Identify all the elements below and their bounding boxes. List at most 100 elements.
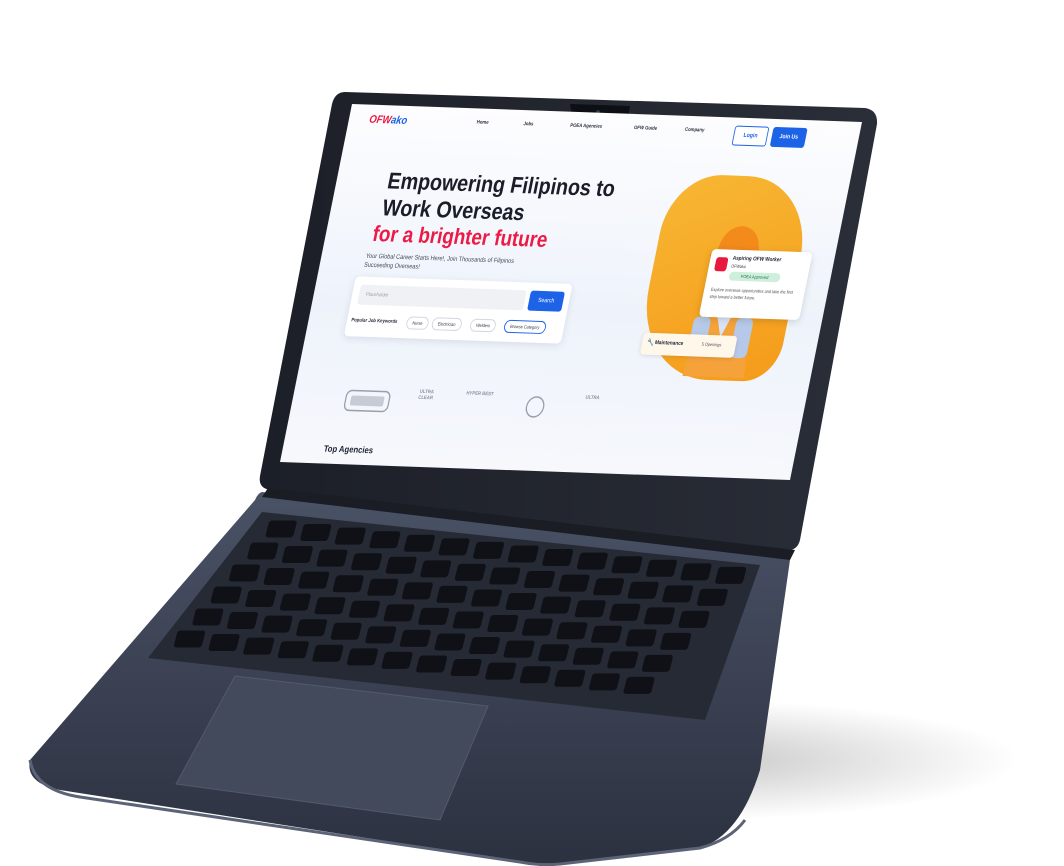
keyboard-key	[591, 625, 622, 643]
hero-subtitle: Your Global Career Starts Here!, Join Th…	[363, 252, 515, 271]
keyboard-key	[401, 582, 433, 600]
keyword-chip-nurse[interactable]: Nurse	[405, 316, 430, 330]
laptop-screen: OFWako Home Jobs POEA Agencies OFW Guide…	[280, 104, 862, 480]
keywords-label: Popular Job Keywords	[350, 317, 398, 325]
keyboard-key	[505, 593, 537, 611]
keyboard-key	[696, 588, 728, 606]
keyboard-key	[192, 608, 224, 626]
profile-card: Aspiring OFW Worker OFWako POEA Approved…	[698, 248, 813, 321]
keyboard-key	[208, 634, 240, 652]
keyboard-key	[558, 574, 590, 592]
keyboard-key	[247, 542, 279, 560]
top-agencies-heading: Top Agencies	[322, 443, 375, 456]
keyboard-key	[261, 615, 293, 633]
profile-org: OFWako	[730, 263, 747, 270]
keyboard-key	[452, 611, 484, 629]
keyboard-key	[574, 600, 606, 618]
keyboard-key	[523, 571, 555, 589]
nav-ofw-guide[interactable]: OFW Guide	[633, 125, 657, 132]
keyboard-key	[715, 566, 747, 584]
search-input[interactable]: Placeholder	[357, 284, 527, 311]
browse-category-button[interactable]: Browse Category	[502, 319, 547, 335]
login-button[interactable]: Login	[731, 125, 770, 147]
keyboard-key	[334, 527, 366, 545]
keyboard-key	[678, 610, 710, 628]
keyboard-key	[680, 563, 712, 581]
keyboard-key	[485, 662, 517, 680]
keyboard-key	[588, 673, 620, 691]
hero-title: Empowering Filipinos to Work Overseas	[380, 167, 618, 226]
keyboard-key	[434, 633, 466, 651]
job-category-label: Maintenance	[654, 340, 684, 348]
keyboard-key	[229, 564, 260, 582]
search-button[interactable]: Search	[527, 290, 566, 312]
job-category-card[interactable]: 🔧 Maintenance 5 Openings	[639, 332, 738, 358]
search-card: Placeholder Search Popular Job Keywords …	[343, 276, 573, 344]
hero-highlight: for a brighter future	[370, 221, 551, 253]
keyboard-key	[646, 559, 677, 577]
keyboard-key	[369, 531, 401, 549]
keyboard-key	[641, 654, 673, 672]
keyboard-key	[265, 520, 297, 538]
nav-home[interactable]: Home	[476, 119, 489, 125]
keyboard-key	[403, 534, 435, 552]
keyboard-key	[383, 604, 415, 622]
keyboard-key	[399, 629, 431, 647]
keyboard-key	[296, 619, 328, 637]
keyboard-key	[210, 586, 242, 604]
keyword-chip-welders[interactable]: Welders	[468, 318, 498, 333]
keyboard-key	[519, 666, 551, 684]
keyboard-key	[385, 556, 417, 574]
keyword-chip-electrician[interactable]: Electrician	[430, 317, 463, 332]
nav-company[interactable]: Company	[684, 127, 705, 134]
ofwako-app-icon	[713, 257, 729, 272]
nav-poea-agencies[interactable]: POEA Agencies	[570, 123, 603, 130]
keyboard-key	[281, 546, 313, 564]
keyboard-key	[454, 563, 486, 581]
keyboard-key	[277, 641, 309, 659]
keyboard-key	[351, 553, 383, 571]
keyboard-key	[263, 568, 295, 586]
keyboard-key	[226, 612, 258, 630]
logo[interactable]: OFWako	[368, 114, 408, 127]
keyboard-key	[593, 578, 625, 596]
keyboard-key	[503, 640, 535, 658]
award-badge-1	[343, 389, 391, 413]
keyboard-key	[507, 545, 539, 563]
keyboard-key	[349, 600, 380, 618]
nav-jobs[interactable]: Jobs	[523, 121, 534, 127]
keyboard-key	[300, 524, 332, 542]
keyboard-key	[660, 632, 692, 650]
keyboard-key	[623, 676, 655, 694]
keyboard-key	[556, 622, 588, 640]
keyboard-key	[245, 590, 277, 608]
keyboard-key	[332, 575, 364, 593]
keyboard-key	[643, 607, 675, 625]
keyboard-key	[418, 607, 450, 625]
keyboard-key	[538, 644, 570, 662]
keyboard-key	[521, 618, 553, 636]
join-us-button[interactable]: Join Us	[769, 126, 808, 148]
keyboard-key	[436, 585, 468, 603]
keyboard-key	[381, 651, 413, 669]
keyboard-key	[469, 637, 500, 655]
keyboard-key	[471, 589, 503, 607]
keyboard-key	[542, 549, 574, 567]
keyboard-key	[625, 629, 657, 647]
keyboard-key	[312, 644, 344, 662]
keyboard-key	[420, 560, 452, 578]
keyboard-key	[365, 626, 397, 644]
keyboard-key	[316, 549, 348, 567]
keyboard-key	[298, 571, 330, 589]
keyboard-key	[314, 597, 346, 615]
award-ultra: ULTRA	[584, 394, 601, 402]
keyboard-key	[489, 567, 521, 585]
keyboard-key	[367, 578, 399, 596]
keyboard-key	[576, 552, 608, 570]
keyboard-key	[450, 659, 482, 677]
job-openings: 5 Openings	[701, 341, 722, 348]
keyboard-key	[609, 603, 641, 621]
keyboard-key	[279, 593, 311, 611]
keyboard-key	[572, 647, 604, 665]
profile-title: Aspiring OFW Worker	[732, 255, 782, 264]
